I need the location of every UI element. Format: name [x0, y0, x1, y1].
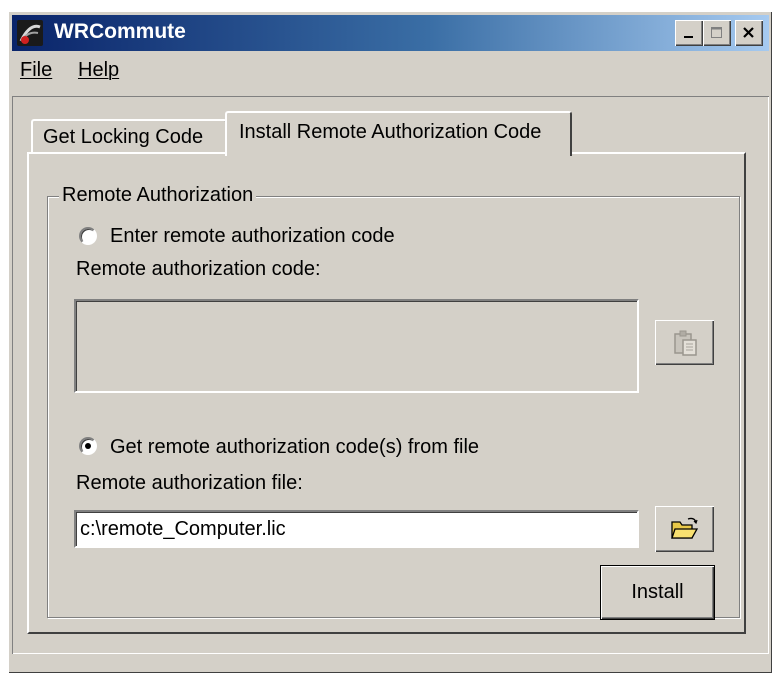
radio-enter-code[interactable] — [79, 227, 97, 245]
radio-from-file[interactable] — [79, 437, 97, 455]
menu-file-label: File — [20, 59, 53, 81]
code-label: Remote authorization code: — [76, 258, 321, 280]
authorization-file-input[interactable]: c:\remote_Computer.lic — [74, 510, 639, 548]
install-button[interactable]: Install — [601, 566, 714, 619]
menu-help[interactable]: Help — [78, 59, 119, 82]
paste-clipboard-icon — [673, 330, 697, 356]
tab-install-remote-authorization-code[interactable]: Install Remote Authorization Code — [225, 111, 572, 156]
close-button[interactable] — [735, 20, 763, 46]
window-title: WRCommute — [54, 20, 186, 43]
minimize-button[interactable] — [675, 20, 703, 46]
tab-get-locking-code[interactable]: Get Locking Code — [31, 119, 227, 154]
maximize-icon — [711, 27, 722, 38]
menu-file[interactable]: File — [20, 59, 52, 82]
close-icon — [743, 27, 754, 38]
tab-get-locking-code-label: Get Locking Code — [43, 126, 204, 148]
radio-from-file-label[interactable]: Get remote authorization code(s) from fi… — [110, 436, 479, 459]
radio-selected-dot — [85, 443, 91, 449]
minimize-icon — [684, 36, 693, 38]
open-folder-icon — [670, 517, 698, 539]
maximize-button[interactable] — [703, 20, 731, 46]
paste-button[interactable] — [655, 320, 714, 365]
group-title: Remote Authorization — [59, 184, 257, 207]
authorization-code-textarea[interactable] — [74, 299, 639, 393]
menu-bar: File Help — [12, 55, 769, 89]
title-bar[interactable]: WRCommute — [12, 15, 769, 51]
wrcommute-app-icon — [16, 19, 44, 47]
browse-button[interactable] — [655, 506, 714, 552]
install-button-label: Install — [631, 581, 684, 603]
file-label: Remote authorization file: — [76, 472, 303, 494]
menu-help-label: Help — [78, 59, 120, 81]
radio-enter-code-label[interactable]: Enter remote authorization code — [110, 225, 395, 248]
tab-install-label: Install Remote Authorization Code — [239, 121, 542, 143]
